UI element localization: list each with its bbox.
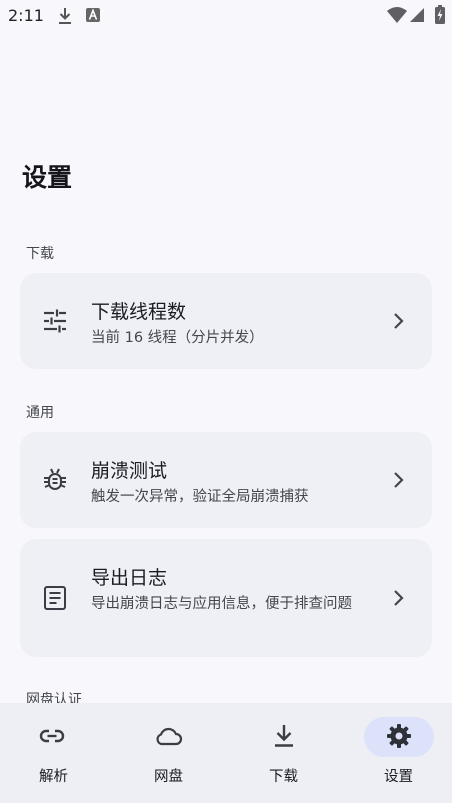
bottom-navigation: 解析 网盘 下载 设置: [0, 703, 452, 803]
settings-item-download-threads[interactable]: 下载线程数 当前 16 线程（分片并发）: [20, 273, 432, 369]
wifi-icon: [387, 7, 407, 23]
link-icon: [39, 729, 65, 743]
signal-icon: [410, 8, 424, 22]
article-icon: [44, 586, 66, 610]
item-subtitle: 当前 16 线程（分片并发）: [91, 330, 264, 346]
item-title: 崩溃测试: [91, 460, 168, 482]
item-title: 下载线程数: [91, 301, 187, 323]
nav-label: 设置: [384, 769, 413, 785]
bug-icon: [44, 468, 66, 490]
download-icon: [275, 725, 293, 747]
nav-item-cloud-drive[interactable]: 网盘: [113, 703, 226, 803]
nav-item-parse[interactable]: 解析: [0, 703, 113, 803]
item-subtitle: 导出崩溃日志与应用信息，便于排查问题: [91, 596, 352, 612]
nav-label: 下载: [269, 769, 298, 785]
gear-icon: [387, 724, 411, 748]
item-title: 导出日志: [91, 567, 168, 589]
status-bar: 2:11: [0, 0, 452, 32]
nav-item-downloads[interactable]: 下载: [226, 703, 339, 803]
chevron-right-icon: [394, 472, 404, 488]
status-time: 2:11: [8, 6, 44, 25]
tune-icon: [44, 309, 66, 333]
a-notification-icon: [86, 8, 100, 22]
item-subtitle: 触发一次异常，验证全局崩溃捕获: [91, 489, 309, 505]
download-icon: [59, 8, 71, 24]
settings-item-crash-test[interactable]: 崩溃测试 触发一次异常，验证全局崩溃捕获: [20, 432, 432, 528]
battery-charging-icon: [435, 5, 445, 24]
nav-label: 网盘: [154, 769, 183, 785]
settings-item-export-logs[interactable]: 导出日志 导出崩溃日志与应用信息，便于排查问题: [20, 539, 432, 657]
cloud-icon: [156, 727, 183, 746]
page-title: 设置: [22, 163, 73, 192]
chevron-right-icon: [394, 313, 404, 329]
chevron-right-icon: [394, 590, 404, 606]
nav-label: 解析: [39, 769, 68, 785]
nav-item-settings[interactable]: 设置: [339, 703, 452, 803]
section-label-download: 下载: [26, 246, 54, 262]
section-label-general: 通用: [26, 405, 54, 421]
